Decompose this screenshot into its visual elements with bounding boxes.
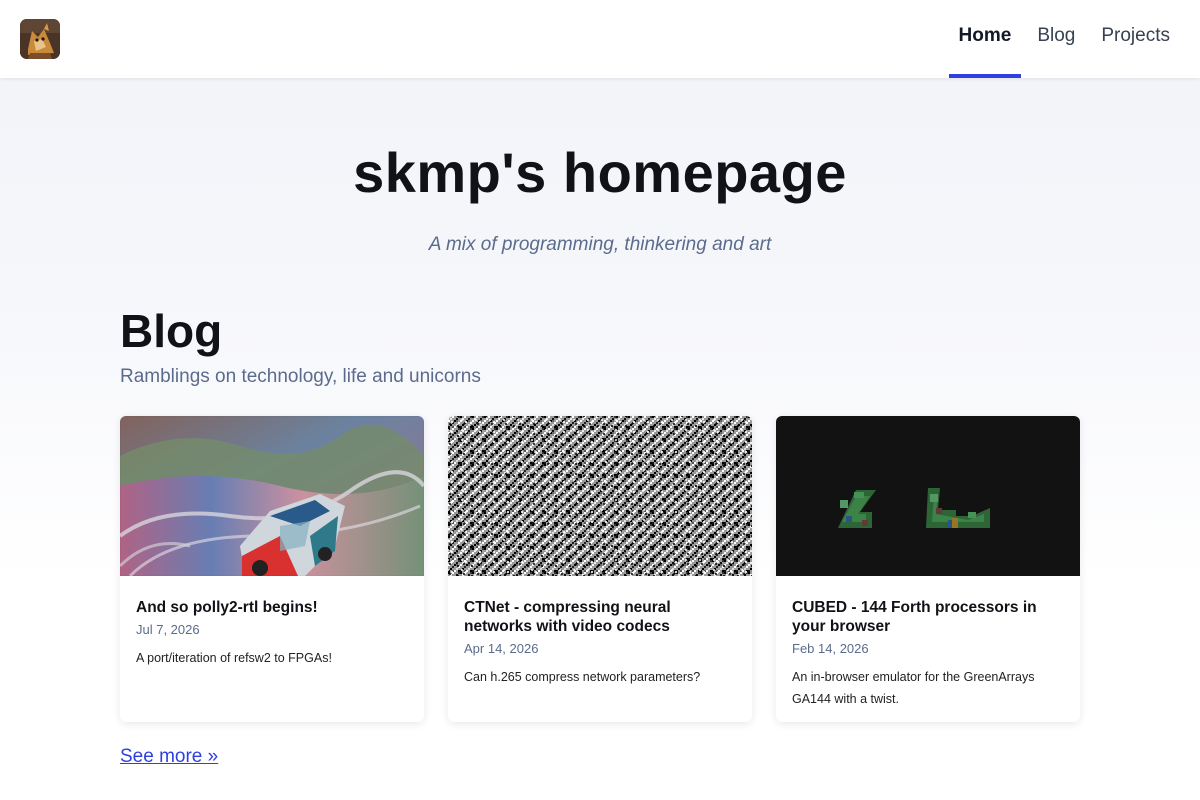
- see-more-link[interactable]: See more »: [120, 746, 218, 768]
- blog-section-subtitle: Ramblings on technology, life and unicor…: [120, 366, 481, 387]
- post-title[interactable]: CUBED - 144 Forth processors in your bro…: [792, 598, 1064, 636]
- site-logo[interactable]: [20, 19, 60, 59]
- black-and-white-noise-image: [448, 416, 752, 576]
- green-voxel-blocks-image: [776, 416, 1080, 576]
- card-body: CTNet - compressing neural networks with…: [448, 576, 752, 688]
- blog-post-card[interactable]: CUBED - 144 Forth processors in your bro…: [776, 416, 1080, 722]
- post-description: A port/iteration of refsw2 to FPGAs!: [136, 651, 332, 665]
- post-description: An in-browser emulator for the GreenArra…: [792, 670, 1035, 706]
- site-title: skmp's homepage: [353, 141, 847, 204]
- blog-post-card[interactable]: CTNet - compressing neural networks with…: [448, 416, 752, 722]
- blog-section-title: Blog: [120, 305, 223, 357]
- nav-projects-link[interactable]: Projects: [1091, 0, 1180, 78]
- glitched-racing-car-render-image: [120, 416, 424, 576]
- post-date: Jul 7, 2026: [136, 622, 200, 637]
- post-date: Apr 14, 2026: [464, 641, 539, 656]
- post-date: Feb 14, 2026: [792, 641, 869, 656]
- main-nav: Home Blog Projects: [948, 0, 1200, 78]
- card-body: And so polly2-rtl begins! Jul 7, 2026 A …: [120, 576, 424, 669]
- top-navigation-bar: Home Blog Projects: [0, 0, 1200, 78]
- avatar-fox-character-icon: [20, 19, 60, 59]
- post-title[interactable]: CTNet - compressing neural networks with…: [464, 598, 736, 636]
- post-description: Can h.265 compress network parameters?: [464, 670, 701, 684]
- site-tagline: A mix of programming, thinkering and art: [428, 234, 772, 255]
- post-title[interactable]: And so polly2-rtl begins!: [136, 598, 408, 617]
- blog-post-card[interactable]: And so polly2-rtl begins! Jul 7, 2026 A …: [120, 416, 424, 722]
- nav-home-link[interactable]: Home: [948, 0, 1022, 78]
- nav-blog-link[interactable]: Blog: [1027, 0, 1085, 78]
- card-body: CUBED - 144 Forth processors in your bro…: [776, 576, 1080, 710]
